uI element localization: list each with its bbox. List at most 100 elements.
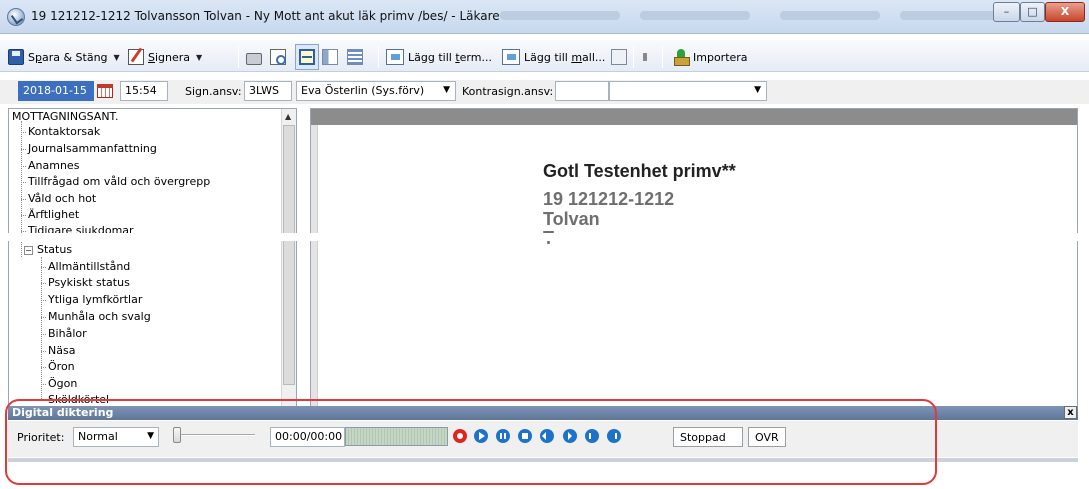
tree-connector [41,257,42,399]
layout-editor-icon [299,49,315,65]
add-term-button[interactable]: Lägg till term... [386,47,492,67]
import-label: Importera [693,50,748,64]
chevron-down-icon[interactable]: ▼ [196,53,202,62]
dictation-lower-bar [8,458,1078,462]
chevron-down-icon[interactable]: ▼ [754,85,761,95]
patient-id: 19 121212-1212 [543,189,675,209]
care-unit-heading: Gotl Testenhet primv** [543,161,736,181]
save-icon [8,49,24,65]
window-title: 19 121212-1212 Tolvansson Tolvan - Ny Mo… [31,9,500,23]
audio-level-meter [345,427,448,446]
rewind-button[interactable] [540,429,554,443]
journal-editor[interactable]: Gotl Testenhet primv** 19 121212-1212 To… [310,108,1078,408]
tree-item-bihalor[interactable]: Bihålor [41,327,87,340]
tree-item-arftlighet[interactable]: Ärftlighet [20,208,79,221]
print-button[interactable] [246,47,262,67]
tree-item-ogon[interactable]: Ögon [40,377,77,390]
collapse-icon[interactable]: − [24,246,33,255]
signing-row: 2018-01-15 15:54 Sign.ansv: 3LWS Eva Öst… [0,80,1089,104]
maximize-button[interactable]: □ [1020,2,1045,22]
tree-scrollbar[interactable]: ▲ [281,109,296,407]
app-icon [7,8,25,26]
calendar-icon[interactable] [97,84,113,98]
layout-split-button[interactable] [322,47,338,67]
priority-select[interactable]: Normal ▼ [73,427,159,447]
tree-item-allmantillstand[interactable]: Allmäntillstånd [40,260,130,273]
tree-item-journalsammanfattning[interactable]: Journalsammanfattning [21,142,157,155]
priority-value: Normal [78,430,118,443]
record-button[interactable] [453,429,467,443]
editor-margin [311,125,318,407]
date-field[interactable]: 2018-01-15 [18,81,94,101]
keyword-tree: ▲ MOTTAGNINGSANT. Kontaktorsak Journalsa… [8,108,297,408]
dictation-status: Stoppad [673,427,743,447]
chevron-down-icon[interactable]: ▼ [114,53,120,62]
tree-item-anamnes[interactable]: Anamnes [20,159,79,172]
editor-header-bar [311,109,1077,125]
tree-item-psykiskt-status[interactable]: Psykiskt status [41,276,130,289]
skip-start-button[interactable] [585,429,599,443]
volume-slider-thumb[interactable] [173,427,181,443]
priority-label: Prioritet: [17,431,65,444]
chevron-down-icon[interactable]: ▼ [443,85,450,95]
add-template-label: Lägg till mall... [524,50,606,64]
dictation-button[interactable] [611,47,627,67]
tree-item-oron[interactable]: Öron [41,360,75,373]
sign-button[interactable]: Signera ▼ [128,47,202,67]
scroll-up-icon[interactable]: ▲ [285,112,291,121]
close-button[interactable]: X [1045,2,1085,22]
chevron-down-icon[interactable]: ▼ [147,431,154,441]
signer-value: Eva Österlin (Sys.förv) [301,84,425,97]
signer-select[interactable]: Eva Österlin (Sys.förv) ▼ [296,81,456,101]
sign-code-field[interactable]: 3LWS [244,81,292,101]
add-term-label: Lägg till term... [408,50,492,64]
tree-item-kontaktorsak[interactable]: Kontaktorsak [20,125,100,138]
fast-forward-button[interactable] [563,429,577,443]
add-template-button[interactable]: Lägg till mall... [502,47,605,67]
volume-slider-track[interactable] [175,434,255,436]
tree-root[interactable]: MOTTAGNINGSANT. [12,110,118,123]
tree-item-status[interactable]: Status [37,243,72,256]
skip-end-button[interactable] [607,429,621,443]
layout-grid-button[interactable] [347,47,363,67]
redacted-title-segment [780,11,880,20]
sign-responsible-label: Sign.ansv: [185,85,242,98]
title-bar: 19 121212-1212 Tolvansson Tolvan - Ny Mo… [0,0,1089,34]
patient-first-name: Tolvan [543,209,600,229]
import-icon [673,49,690,66]
tree-item-ytliga-lymfkortlar[interactable]: Ytliga lymfkörtlar [40,293,142,306]
tree-item-munhala-svalg[interactable]: Munhåla och svalg [41,310,151,323]
scroll-thumb[interactable] [283,125,295,385]
contrasign-code-field[interactable] [555,81,609,101]
template-icon [502,49,520,65]
import-button[interactable]: Importera [673,47,748,67]
toolbar-separator [633,46,634,68]
layout-split-icon [322,49,338,65]
time-field[interactable]: 15:54 [120,81,168,101]
speaker-icon [641,49,653,65]
main-toolbar: Spara & Stäng ▼ Signera ▼ Lägg till term… [0,40,1089,72]
print-icon [246,53,262,65]
toolbar-separator [378,46,379,68]
dictation-icon [611,49,627,65]
redacted-title-segment [640,11,750,20]
contrasign-label: Kontrasign.ansv: [462,85,554,98]
tree-item-skoldkortel[interactable]: Sköldkörtel [40,393,109,406]
pause-button[interactable] [496,429,510,443]
play-button[interactable] [474,429,488,443]
contrasign-select[interactable]: ▼ [609,81,767,101]
dictation-header: Digital diktering x [8,406,1078,420]
tree-item-vald-overgrepp[interactable]: Tillfrågad om våld och övergrepp [20,175,210,188]
speaker-button[interactable] [641,47,653,67]
minimize-button[interactable]: – [993,2,1020,22]
toolbar-separator [238,46,239,68]
layout-editor-button[interactable] [295,44,319,70]
print-preview-button[interactable] [270,47,286,67]
screenshot-gap [0,233,1089,241]
save-close-label: Spara & Stäng [28,50,108,64]
stop-button[interactable] [518,429,532,443]
tree-item-nasa[interactable]: Näsa [40,344,75,357]
dictation-close-button[interactable]: x [1064,406,1077,419]
save-close-button[interactable]: Spara & Stäng ▼ [8,47,120,67]
tree-item-vald-hot[interactable]: Våld och hot [20,192,96,205]
